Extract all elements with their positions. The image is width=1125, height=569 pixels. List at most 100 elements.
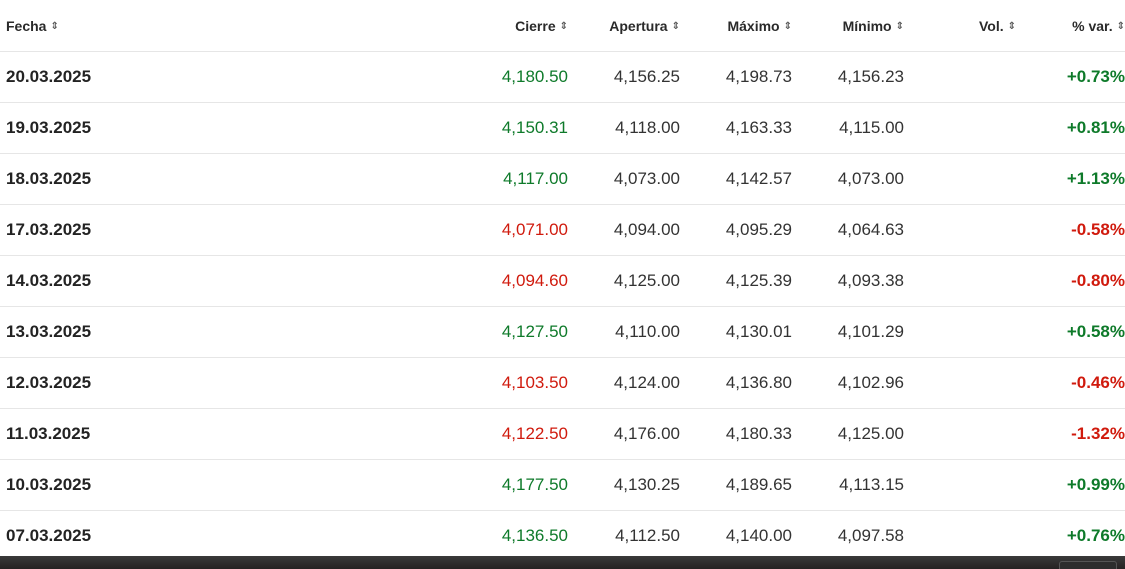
- cell-high: 4,095.29: [680, 204, 792, 256]
- cell-low: 4,064.63: [792, 204, 904, 256]
- cell-close: 4,136.50: [296, 510, 568, 562]
- historical-data-view: Fecha ⇕ Cierre ⇕ Apertura ⇕ Máximo ⇕ Mínimo ⇕…: [0, 0, 1125, 569]
- cell-change: -1.32%: [1016, 408, 1125, 460]
- cell-date: 12.03.2025: [0, 357, 296, 409]
- table-row: 11.03.2025 4,122.50 4,176.00 4,180.33 4,125.…: [0, 408, 1125, 460]
- historical-prices-table: Fecha ⇕ Cierre ⇕ Apertura ⇕ Máximo ⇕ Mínimo ⇕…: [0, 0, 1125, 562]
- cell-date: 14.03.2025: [0, 255, 296, 307]
- cell-change: +0.81%: [1016, 102, 1125, 154]
- cell-open: 4,124.00: [568, 357, 680, 409]
- header-row: Fecha ⇕ Cierre ⇕ Apertura ⇕ Máximo ⇕ Mínimo ⇕…: [0, 0, 1125, 52]
- header-label-low: Mínimo: [842, 17, 892, 34]
- cell-date: 07.03.2025: [0, 510, 296, 562]
- cell-change: +0.58%: [1016, 306, 1125, 358]
- cell-low: 4,115.00: [792, 102, 904, 154]
- table-row: 18.03.2025 4,117.00 4,073.00 4,142.57 4,073.…: [0, 153, 1125, 205]
- cell-close: 4,177.50: [296, 459, 568, 511]
- header-label-high: Máximo: [727, 17, 780, 34]
- cell-open: 4,156.25: [568, 51, 680, 103]
- sort-icon: ⇕: [1116, 21, 1125, 33]
- cell-volume: [904, 102, 1016, 154]
- sort-icon: ⇕: [895, 21, 904, 33]
- cell-low: 4,097.58: [792, 510, 904, 562]
- cell-date: 20.03.2025: [0, 51, 296, 103]
- cell-date: 17.03.2025: [0, 204, 296, 256]
- sort-header-date[interactable]: Fecha ⇕: [0, 0, 296, 52]
- cell-high: 4,142.57: [680, 153, 792, 205]
- sort-header-change[interactable]: % var. ⇕: [1016, 0, 1125, 52]
- table-row: 17.03.2025 4,071.00 4,094.00 4,095.29 4,064.…: [0, 204, 1125, 256]
- cell-close: 4,103.50: [296, 357, 568, 409]
- cell-high: 4,140.00: [680, 510, 792, 562]
- cell-volume: [904, 408, 1016, 460]
- cell-open: 4,130.25: [568, 459, 680, 511]
- header-label-vol: Vol.: [978, 17, 1004, 34]
- cell-change: -0.46%: [1016, 357, 1125, 409]
- sort-header-open[interactable]: Apertura ⇕: [568, 0, 680, 52]
- cell-change: +0.73%: [1016, 51, 1125, 103]
- sort-header-high[interactable]: Máximo ⇕: [680, 0, 792, 52]
- table-row: 12.03.2025 4,103.50 4,124.00 4,136.80 4,102.…: [0, 357, 1125, 409]
- cell-volume: [904, 510, 1016, 562]
- toolbar-handle[interactable]: [1059, 561, 1117, 569]
- cell-low: 4,073.00: [792, 153, 904, 205]
- sort-header-low[interactable]: Mínimo ⇕: [792, 0, 904, 52]
- table-row: 19.03.2025 4,150.31 4,118.00 4,163.33 4,115.…: [0, 102, 1125, 154]
- cell-high: 4,130.01: [680, 306, 792, 358]
- cell-open: 4,176.00: [568, 408, 680, 460]
- bottom-toolbar: [0, 556, 1125, 569]
- sort-icon: ⇕: [559, 21, 568, 33]
- cell-high: 4,180.33: [680, 408, 792, 460]
- cell-close: 4,094.60: [296, 255, 568, 307]
- cell-change: +0.76%: [1016, 510, 1125, 562]
- table-row: 14.03.2025 4,094.60 4,125.00 4,125.39 4,093.…: [0, 255, 1125, 307]
- cell-date: 18.03.2025: [0, 153, 296, 205]
- table-row: 13.03.2025 4,127.50 4,110.00 4,130.01 4,101.…: [0, 306, 1125, 358]
- sort-icon: ⇕: [50, 21, 59, 33]
- cell-high: 4,125.39: [680, 255, 792, 307]
- sort-icon: ⇕: [671, 21, 680, 33]
- cell-high: 4,136.80: [680, 357, 792, 409]
- cell-volume: [904, 51, 1016, 103]
- cell-open: 4,094.00: [568, 204, 680, 256]
- cell-volume: [904, 357, 1016, 409]
- header-label-open: Apertura: [609, 17, 668, 34]
- sort-icon: ⇕: [783, 21, 792, 33]
- cell-high: 4,198.73: [680, 51, 792, 103]
- cell-low: 4,125.00: [792, 408, 904, 460]
- header-label-close: Cierre: [515, 17, 556, 34]
- cell-date: 10.03.2025: [0, 459, 296, 511]
- cell-close: 4,122.50: [296, 408, 568, 460]
- cell-open: 4,125.00: [568, 255, 680, 307]
- cell-low: 4,102.96: [792, 357, 904, 409]
- cell-low: 4,101.29: [792, 306, 904, 358]
- cell-close: 4,117.00: [296, 153, 568, 205]
- cell-date: 11.03.2025: [0, 408, 296, 460]
- table-row: 10.03.2025 4,177.50 4,130.25 4,189.65 4,113.…: [0, 459, 1125, 511]
- cell-open: 4,112.50: [568, 510, 680, 562]
- cell-change: -0.58%: [1016, 204, 1125, 256]
- cell-open: 4,073.00: [568, 153, 680, 205]
- cell-low: 4,156.23: [792, 51, 904, 103]
- cell-open: 4,110.00: [568, 306, 680, 358]
- cell-volume: [904, 204, 1016, 256]
- cell-close: 4,071.00: [296, 204, 568, 256]
- sort-header-vol[interactable]: Vol. ⇕: [904, 0, 1016, 52]
- table-row: 07.03.2025 4,136.50 4,112.50 4,140.00 4,097.…: [0, 510, 1125, 562]
- sort-icon: ⇕: [1007, 21, 1016, 33]
- cell-low: 4,093.38: [792, 255, 904, 307]
- header-label-date: Fecha: [6, 17, 47, 34]
- sort-header-close[interactable]: Cierre ⇕: [296, 0, 568, 52]
- table-body: 20.03.2025 4,180.50 4,156.25 4,198.73 4,156.…: [0, 51, 1125, 562]
- cell-date: 19.03.2025: [0, 102, 296, 154]
- cell-high: 4,189.65: [680, 459, 792, 511]
- header-label-change: % var.: [1072, 17, 1113, 34]
- cell-change: +1.13%: [1016, 153, 1125, 205]
- cell-date: 13.03.2025: [0, 306, 296, 358]
- cell-change: +0.99%: [1016, 459, 1125, 511]
- cell-high: 4,163.33: [680, 102, 792, 154]
- cell-close: 4,180.50: [296, 51, 568, 103]
- cell-open: 4,118.00: [568, 102, 680, 154]
- cell-change: -0.80%: [1016, 255, 1125, 307]
- cell-volume: [904, 459, 1016, 511]
